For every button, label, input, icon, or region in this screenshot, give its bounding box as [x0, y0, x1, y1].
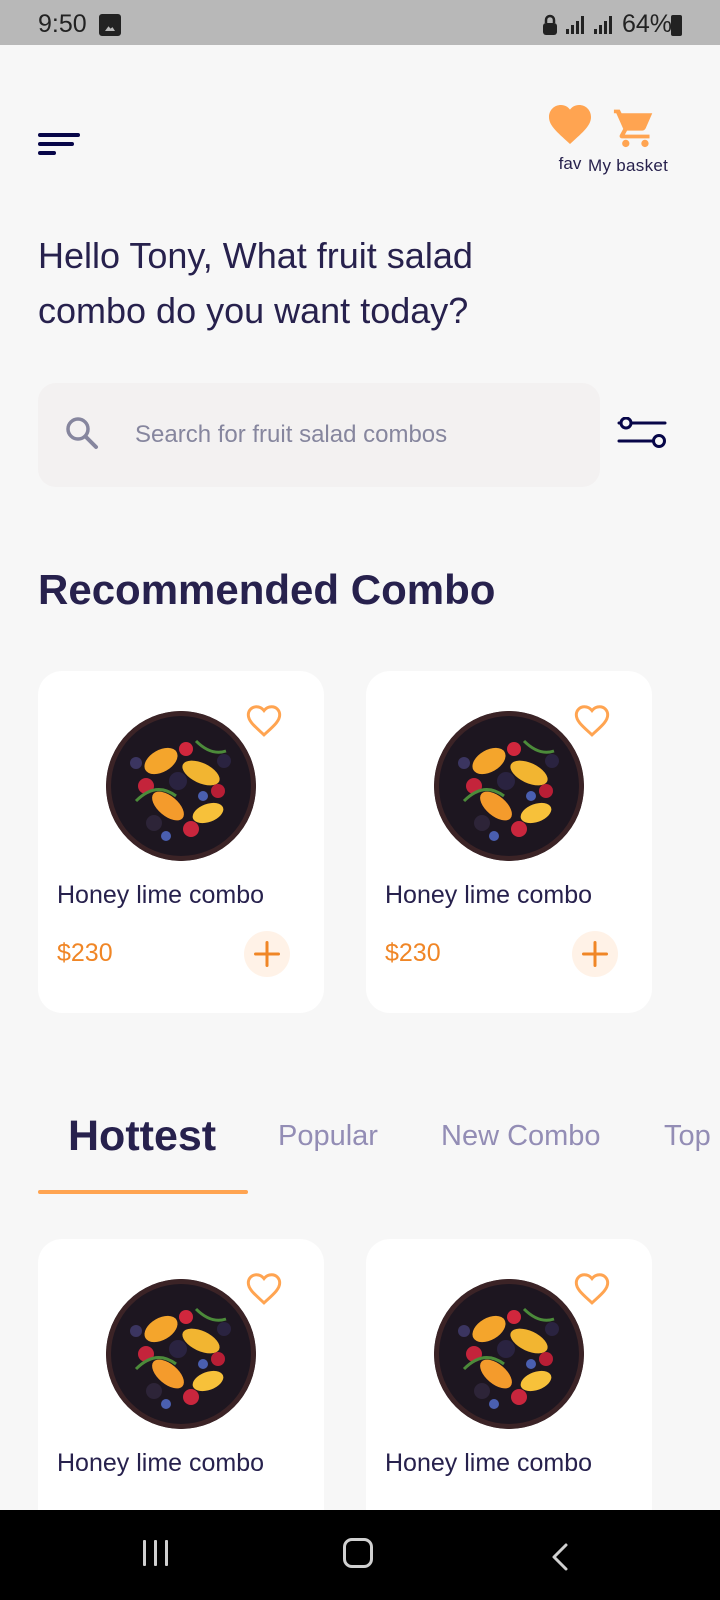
battery-icon	[671, 15, 682, 36]
heart-outline-icon[interactable]	[244, 701, 284, 739]
combo-name: Honey lime combo	[57, 881, 265, 909]
combo-card[interactable]: Honey lime combo $230	[366, 671, 652, 1013]
combo-card[interactable]: Honey lime combo	[366, 1239, 652, 1539]
signal-icon	[565, 15, 584, 34]
combo-name: Honey lime combo	[385, 1449, 593, 1477]
cart-icon	[613, 109, 653, 148]
heart-filled-icon	[549, 105, 591, 144]
fav-label[interactable]: fav	[546, 154, 594, 174]
filter-icon[interactable]	[617, 417, 669, 451]
back-icon[interactable]	[549, 1542, 571, 1572]
combo-name: Honey lime combo	[57, 1449, 265, 1477]
menu-icon[interactable]	[38, 133, 80, 155]
recents-button[interactable]	[143, 1540, 168, 1566]
home-button[interactable]	[343, 1538, 373, 1568]
add-to-basket-button[interactable]	[572, 931, 618, 977]
image-icon	[99, 14, 121, 36]
basket-button[interactable]	[612, 106, 656, 153]
heart-outline-icon[interactable]	[244, 1269, 284, 1307]
battery-percent: 64%	[621, 10, 672, 38]
fruit-salad-image	[434, 711, 584, 861]
section-title-recommended: Recommended Combo	[38, 566, 496, 613]
heart-outline-icon[interactable]	[572, 701, 612, 739]
search-icon	[66, 417, 98, 449]
add-to-basket-button[interactable]	[244, 931, 290, 977]
combo-price: $230	[57, 939, 113, 967]
fruit-salad-image	[106, 1279, 256, 1429]
status-right: 64%	[542, 10, 672, 39]
heart-outline-icon[interactable]	[572, 1269, 612, 1307]
fruit-salad-image	[106, 711, 256, 861]
lock-icon	[542, 14, 557, 35]
tab-new-combo[interactable]: New Combo	[441, 1120, 601, 1153]
tab-hottest[interactable]: Hottest	[68, 1120, 216, 1161]
greeting-text: Hello Tony, What fruit salad combo do yo…	[38, 235, 473, 331]
tab-popular[interactable]: Popular	[278, 1120, 378, 1153]
combo-card[interactable]: Honey lime combo $230	[38, 671, 324, 1013]
combo-name: Honey lime combo	[385, 881, 593, 909]
search-input[interactable]: Search for fruit salad combos	[135, 421, 447, 449]
status-bar: 9:50 64%	[0, 0, 720, 45]
fav-button[interactable]	[546, 100, 594, 151]
category-tabs: Hottest Popular New Combo Top	[0, 1120, 720, 1192]
status-time: 9:50	[38, 10, 87, 38]
active-tab-indicator	[38, 1190, 248, 1194]
fruit-salad-image	[434, 1279, 584, 1429]
tab-top[interactable]: Top	[664, 1120, 711, 1153]
combo-card[interactable]: Honey lime combo	[38, 1239, 324, 1539]
combo-price: $230	[385, 939, 441, 967]
basket-label[interactable]: My basket	[588, 156, 668, 176]
signal-icon	[593, 15, 612, 34]
system-nav-bar	[0, 1510, 720, 1600]
